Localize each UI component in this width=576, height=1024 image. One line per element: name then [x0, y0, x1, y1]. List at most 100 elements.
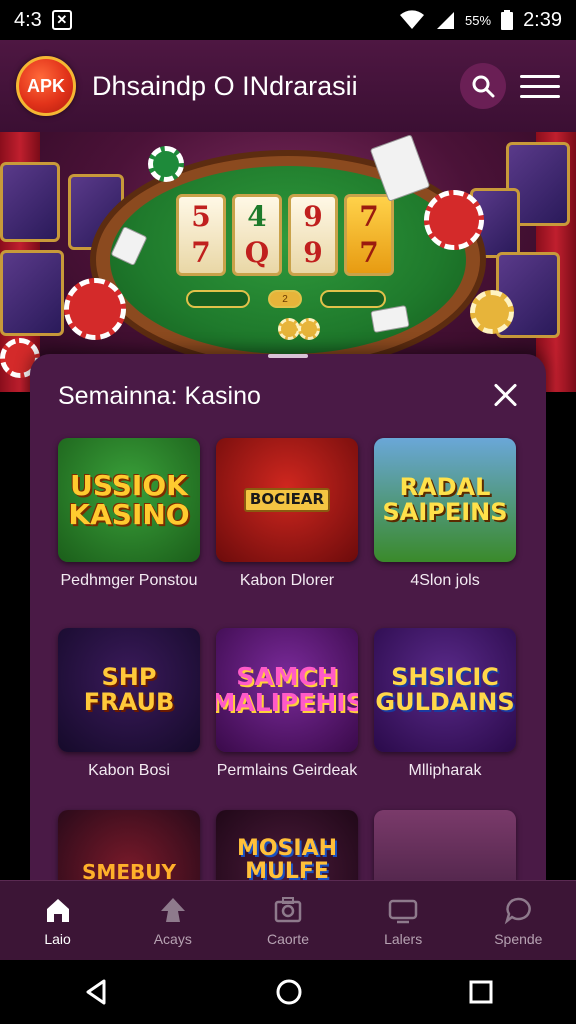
status-bar: 4:3 ✕ 55% 2:39: [0, 0, 576, 40]
menu-line: [520, 84, 560, 88]
game-tile[interactable]: MOSIAH MULFE HAUS: [216, 810, 358, 880]
game-label: Pedhmger Ponstou: [60, 572, 198, 589]
game-art-text: SHP FRAUB: [83, 662, 175, 716]
poker-chip: [424, 190, 484, 250]
app-header: APK Dhsaindp O INdrarasii: [0, 40, 576, 132]
camera-icon: [274, 896, 302, 922]
menu-line: [520, 94, 560, 98]
game-label: Mllipharak: [408, 762, 482, 779]
slot-reel: 9 9: [288, 194, 338, 276]
wifi-icon: [400, 10, 425, 29]
home-circle-icon[interactable]: [275, 978, 303, 1006]
slot-reel: 4 Q: [232, 194, 282, 276]
nav-item-games[interactable]: Acays: [123, 895, 223, 947]
search-button[interactable]: [460, 63, 506, 109]
apk-logo[interactable]: APK: [16, 56, 76, 116]
menu-button[interactable]: [520, 66, 560, 106]
game-label: 4Slon jols: [410, 572, 480, 589]
nav-item-home[interactable]: Laio: [8, 895, 108, 947]
reel-symbol: 9: [303, 236, 323, 269]
nav-item-camera[interactable]: Caorte: [238, 895, 338, 947]
spade-icon: [160, 897, 185, 922]
close-button[interactable]: [490, 380, 520, 410]
reel-symbol: Q: [244, 236, 270, 269]
bottom-nav: Laio Acays Caorte Lalers Spende: [0, 880, 576, 960]
status-left: 4:3 ✕: [14, 9, 72, 32]
battery-percent: 55%: [465, 12, 492, 28]
nav-label: Lalers: [384, 930, 423, 947]
game-label: Permlains Geirdeak: [216, 762, 358, 779]
sheet-handle[interactable]: [268, 354, 308, 358]
status-time-right: 2:39: [523, 8, 562, 31]
game-tile[interactable]: RADAL SAIPEINS 4Slon jols: [374, 438, 516, 590]
nav-item-chat[interactable]: Spende: [468, 895, 568, 947]
system-nav-bar: [0, 960, 576, 1024]
slot-reel: 5 7: [176, 194, 226, 276]
nav-label: Acays: [153, 930, 192, 947]
game-label: Kabon Dlorer: [239, 572, 335, 589]
poker-chip: [148, 146, 184, 182]
game-art-text: SHSICIC GULDAINS: [375, 662, 515, 716]
game-list-sheet: Semainna: Kasino USSIOK KASINO Pedhmger …: [30, 354, 546, 880]
reel-symbol: 4: [247, 200, 267, 233]
sheet-title: Semainna: Kasino: [58, 382, 261, 410]
center-pill-text: 2: [282, 293, 288, 305]
hero-banner[interactable]: 5 7 4 Q 9 9 7 7 2: [0, 132, 576, 392]
slot-poster: [0, 162, 60, 242]
recents-icon[interactable]: [468, 979, 494, 1005]
status-right: 55% 2:39: [399, 9, 562, 32]
game-tile[interactable]: SMEBUY: [58, 810, 200, 880]
game-art: BOCIEAR: [216, 438, 358, 562]
poker-chip: [64, 278, 126, 340]
game-label: Kabon Bosi: [88, 762, 170, 779]
poker-chip: [470, 290, 514, 334]
game-art-text: MOSIAH MULFE HAUS: [236, 836, 338, 880]
back-icon[interactable]: [82, 978, 110, 1006]
nav-item-tv[interactable]: Lalers: [353, 895, 453, 947]
center-pill: 2: [268, 290, 302, 308]
slot-reel: 7 7: [344, 194, 394, 276]
chat-icon: [505, 897, 532, 924]
status-time-left: 4:3: [14, 8, 42, 31]
game-art-text: USSIOK KASINO: [68, 468, 190, 531]
reel-symbol: 7: [191, 236, 211, 269]
game-tile[interactable]: BOCIEAR Kabon Dlorer: [216, 438, 358, 590]
game-art: SHP FRAUB: [58, 628, 200, 752]
app-title: Dhsaindp O INdrarasii: [92, 70, 358, 101]
bet-pill: [186, 290, 250, 308]
signal-icon: [437, 12, 455, 29]
game-art-text: RADAL SAIPEINS: [382, 472, 508, 526]
game-tile[interactable]: SHP FRAUB Kabon Bosi: [58, 628, 200, 780]
logo-text: APK: [26, 75, 65, 96]
game-tile[interactable]: [374, 810, 516, 880]
poker-chip: [298, 318, 320, 340]
tv-icon: [388, 899, 418, 923]
battery-icon: [501, 10, 514, 30]
game-art-text: SMEBUY: [82, 859, 176, 880]
reel-symbol: 7: [359, 236, 379, 269]
game-tile[interactable]: SAMCH MALIPEHIS Permlains Geirdeak: [216, 628, 358, 780]
game-art-text: BOCIEAR: [243, 488, 331, 512]
game-art-text: SAMCH MALIPEHIS: [216, 661, 358, 717]
reel-symbol: 7: [359, 200, 379, 233]
game-art: SHSICIC GULDAINS: [374, 628, 516, 752]
game-tile[interactable]: USSIOK KASINO Pedhmger Ponstou: [58, 438, 200, 590]
game-art: RADAL SAIPEINS: [374, 438, 516, 562]
reel-symbol: 9: [303, 200, 323, 233]
nav-label: Laio: [44, 930, 71, 947]
game-art: SAMCH MALIPEHIS: [216, 628, 358, 752]
reel-symbol: 5: [191, 200, 211, 233]
win-pill: [320, 290, 386, 308]
game-art: [374, 810, 516, 880]
home-icon: [46, 898, 69, 922]
game-art: MOSIAH MULFE HAUS: [216, 810, 358, 880]
game-art: USSIOK KASINO: [58, 438, 200, 562]
nav-label: Caorte: [266, 930, 309, 947]
poker-chip: [278, 318, 300, 340]
search-icon: [472, 75, 495, 98]
nav-label: Spende: [494, 930, 543, 947]
notification-icon: ✕: [51, 10, 72, 30]
game-tile[interactable]: SHSICIC GULDAINS Mllipharak: [374, 628, 516, 780]
slot-poster: [0, 250, 64, 336]
menu-line: [520, 74, 560, 78]
